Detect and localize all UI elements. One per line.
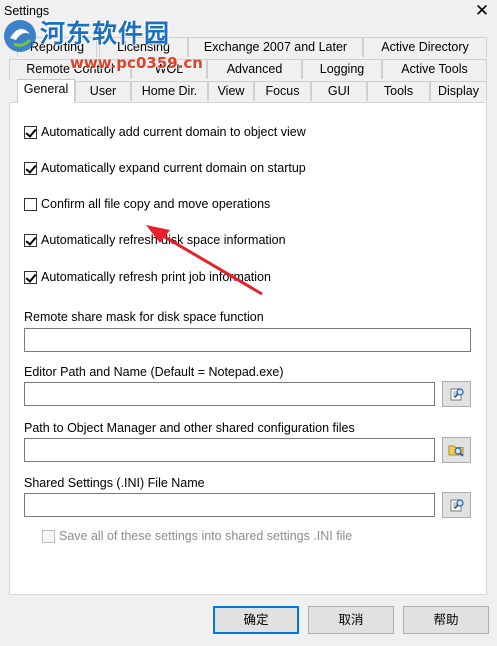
tab-licensing[interactable]: Licensing: [99, 37, 188, 57]
checkbox[interactable]: [24, 125, 37, 139]
browse-shared-settings-button[interactable]: [442, 492, 471, 518]
option-add-current-domain[interactable]: Automatically add current domain to obje…: [24, 124, 306, 140]
checkbox[interactable]: [24, 233, 37, 247]
ok-button[interactable]: 确定: [213, 606, 299, 634]
tab-user[interactable]: User: [75, 81, 131, 101]
tab-logging[interactable]: Logging: [302, 59, 382, 79]
browse-object-manager-button[interactable]: [442, 437, 471, 463]
tab-exchange-2007-and-later[interactable]: Exchange 2007 and Later: [188, 37, 363, 57]
tab-active-directory[interactable]: Active Directory: [363, 37, 487, 57]
option-refresh-print-jobs[interactable]: Automatically refresh print job informat…: [24, 269, 271, 285]
option-confirm-file-operations[interactable]: Confirm all file copy and move operation…: [24, 196, 270, 212]
checkbox[interactable]: [24, 197, 37, 211]
browse-folder-icon: [448, 445, 464, 457]
checkbox-label: Automatically expand current domain on s…: [41, 161, 306, 175]
checkbox-label: Save all of these settings into shared s…: [59, 529, 353, 543]
tab-gui[interactable]: GUI: [311, 81, 367, 101]
checkbox[interactable]: [24, 161, 37, 175]
object-manager-path-input[interactable]: [24, 438, 435, 462]
checkbox-label: Confirm all file copy and move operation…: [41, 197, 271, 211]
option-save-shared-settings[interactable]: Save all of these settings into shared s…: [42, 528, 352, 544]
tab-advanced[interactable]: Advanced: [207, 59, 302, 79]
tab-home-dir[interactable]: Home Dir.: [131, 81, 208, 101]
browse-editor-button[interactable]: [442, 381, 471, 407]
tab-wol[interactable]: WOL: [131, 59, 207, 79]
shared-settings-file-label: Shared Settings (.INI) File Name: [24, 476, 205, 490]
tab-display[interactable]: Display: [430, 81, 487, 101]
checkbox-label: Automatically refresh print job informat…: [41, 270, 271, 284]
shared-settings-file-input[interactable]: [24, 493, 435, 517]
tab-general[interactable]: General: [17, 79, 75, 103]
tab-remote-control[interactable]: Remote Control: [9, 59, 131, 79]
tab-view[interactable]: View: [208, 81, 254, 101]
editor-path-input[interactable]: [24, 382, 435, 406]
remote-share-mask-label: Remote share mask for disk space functio…: [24, 310, 264, 324]
checkbox[interactable]: [24, 270, 37, 284]
checkbox-label: Automatically refresh disk space informa…: [41, 233, 286, 247]
remote-share-mask-input[interactable]: [24, 328, 471, 352]
tab-active-tools[interactable]: Active Tools: [382, 59, 487, 79]
tab-tools[interactable]: Tools: [367, 81, 430, 101]
tab-focus[interactable]: Focus: [254, 81, 311, 101]
browse-file-icon: [450, 388, 464, 401]
tab-reporting[interactable]: Reporting: [17, 37, 97, 57]
editor-path-label: Editor Path and Name (Default = Notepad.…: [24, 365, 284, 379]
checkbox-label: Automatically add current domain to obje…: [41, 125, 306, 139]
option-expand-current-domain[interactable]: Automatically expand current domain on s…: [24, 160, 306, 176]
browse-file-icon: [450, 499, 464, 512]
checkbox[interactable]: [42, 529, 55, 543]
option-refresh-disk-space[interactable]: Automatically refresh disk space informa…: [24, 232, 286, 248]
object-manager-path-label: Path to Object Manager and other shared …: [24, 421, 355, 435]
cancel-button[interactable]: 取消: [308, 606, 394, 634]
close-button[interactable]: ✕: [473, 2, 491, 20]
window-title: Settings: [4, 4, 50, 18]
help-button[interactable]: 帮助: [403, 606, 489, 634]
